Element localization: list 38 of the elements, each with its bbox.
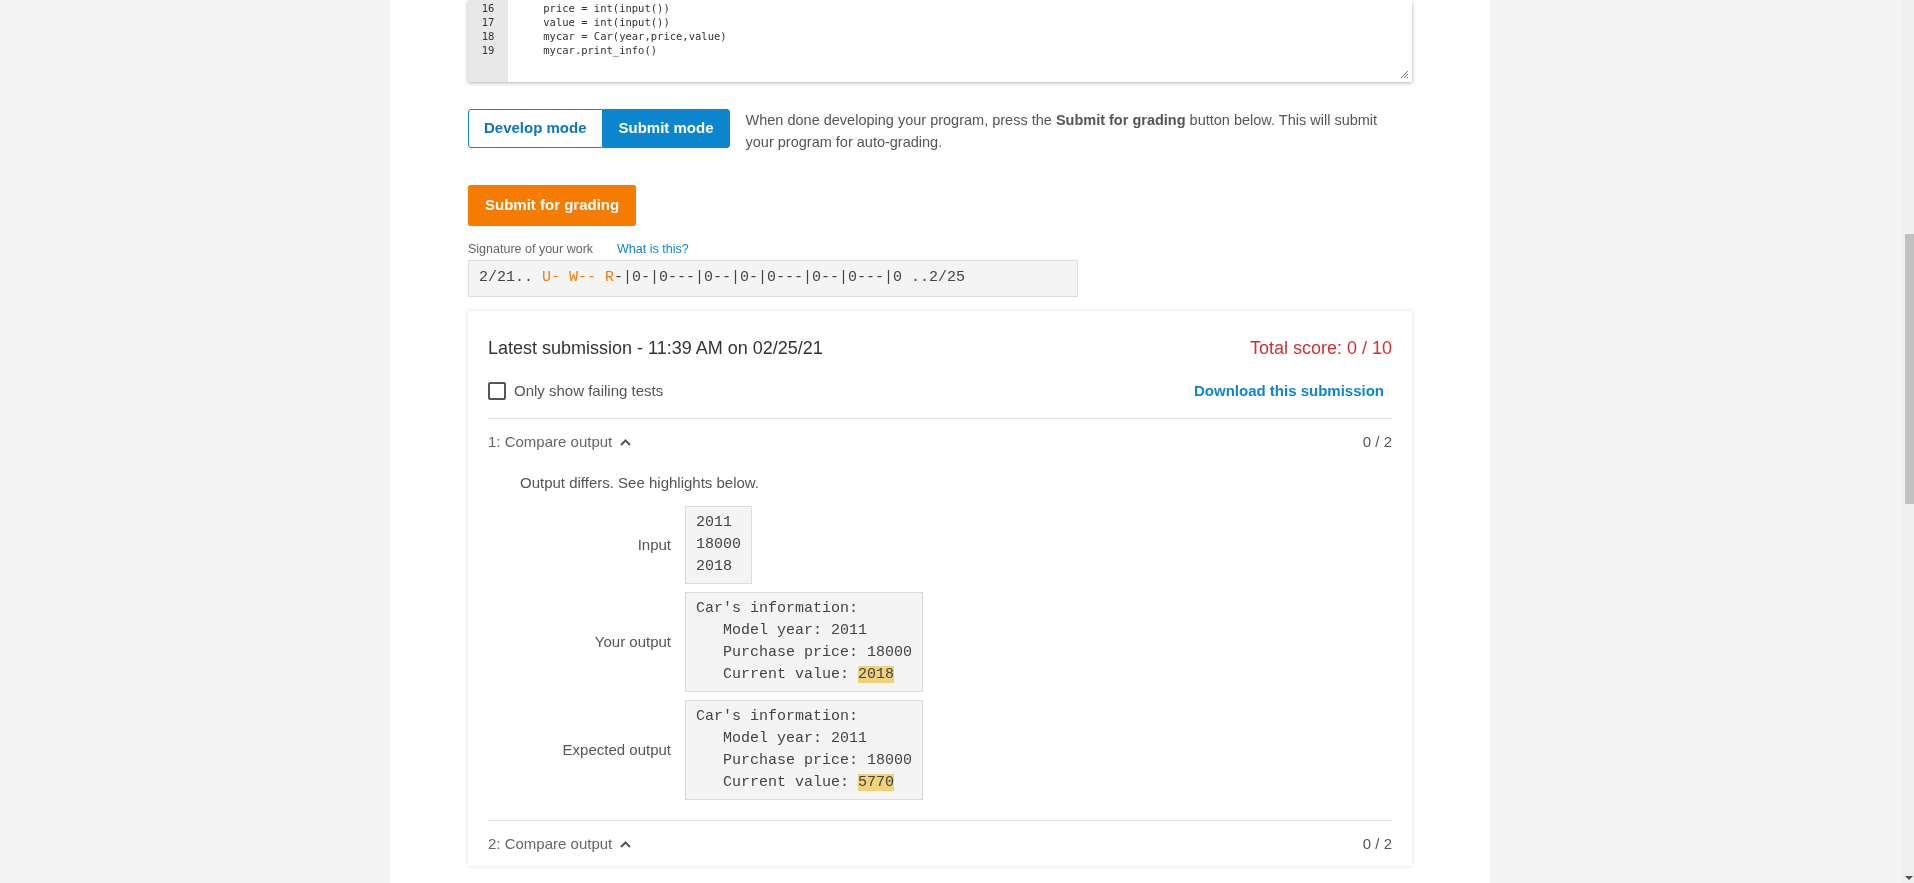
chevron-up-icon[interactable] <box>620 439 632 446</box>
submission-title: Latest submission - 11:39 AM on 02/25/21 <box>488 336 823 360</box>
test-title[interactable]: 2: Compare output <box>488 833 613 856</box>
code-editor[interactable]: 16 17 18 19 price = int(input()) value = int(input()) mycar = Car(year,price,value) mycar.print_info() <box>468 0 1412 82</box>
mode-tab[interactable]: Develop mode <box>468 109 603 148</box>
line-number: 17 <box>480 15 496 29</box>
submit-button[interactable]: Submit for grading <box>468 185 637 226</box>
scroll-down-arrow-icon[interactable] <box>1905 875 1913 881</box>
output-box: Car's information: Model year: 2011 Purchase price: 18000 Current value: 2018 <box>685 592 924 693</box>
download-link[interactable]: Download this submission <box>1194 379 1384 403</box>
output-box: 2011 18000 2018 <box>685 506 752 585</box>
chevron-up-icon[interactable] <box>620 841 632 848</box>
code-line: price = int(input()) <box>542 1 671 15</box>
output-label: Your output <box>593 632 672 652</box>
line-number: 16 <box>480 1 496 15</box>
output-box: Car's information: Model year: 2011 Purchase price: 18000 Current value: 5770 <box>685 700 924 801</box>
output-label: Input <box>636 535 672 555</box>
resize-handle-icon[interactable] <box>1401 71 1408 78</box>
signature-field: 2/21.. U- W-- R-|0-|0---|0--|0-|0---|0--|0---|0 ..2/25 <box>468 260 1078 297</box>
line-number: 19 <box>480 43 496 57</box>
checkbox[interactable] <box>488 382 506 400</box>
test-score: 0 / 2 <box>1362 834 1392 855</box>
test-score: 0 / 2 <box>1362 432 1392 453</box>
scrollbar-thumb[interactable] <box>1905 234 1914 504</box>
test-title[interactable]: 1: Compare output <box>488 431 613 454</box>
total-score: Total score: 0 / 10 <box>1249 336 1392 360</box>
line-number: 18 <box>480 29 496 43</box>
checkbox-label: Only show failing tests <box>514 380 664 401</box>
result-message: Output differs. See highlights below. <box>519 472 761 493</box>
signature-label: Signature of your work <box>468 240 594 258</box>
scrollbar[interactable] <box>1903 0 1914 883</box>
code-line: mycar = Car(year,price,value) <box>542 29 727 43</box>
help-link[interactable]: What is this? <box>617 239 689 259</box>
mode-tab[interactable]: Submit mode <box>602 109 730 148</box>
code-line: value = int(input()) <box>542 15 671 29</box>
code-line: mycar.print_info() <box>542 43 659 57</box>
mode-description: When done developing your program, press the Submit for grading button below. This will submit your program for auto-grading. <box>745 111 1379 152</box>
output-label: Expected output <box>561 740 672 760</box>
